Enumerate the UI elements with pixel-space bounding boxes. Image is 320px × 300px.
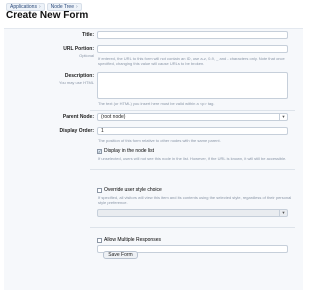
description-sublabel: You may use HTML [59, 80, 94, 85]
allow-multiple-checkbox[interactable] [97, 237, 102, 243]
allow-multiple-row: Allow Multiple Responses [97, 237, 161, 243]
parent-node-label: Parent Node: [62, 114, 94, 120]
description-label: Description: [64, 73, 94, 79]
display-in-list-checkbox[interactable]: ✓ [97, 148, 102, 154]
display-in-list-row: ✓ Display in the node list [97, 148, 154, 154]
style-select[interactable]: ▼ [97, 209, 288, 217]
create-form: Title: URL Portion: Optional If entered,… [4, 28, 303, 290]
section-divider [90, 110, 295, 111]
url-portion-hint: If entered, the URL to this form will no… [98, 56, 285, 66]
section-divider [90, 227, 295, 228]
display-order-label: Display Order: [59, 128, 94, 134]
breadcrumb-separator-icon: › [38, 3, 41, 10]
chevron-down-icon: ▼ [279, 210, 287, 216]
parent-node-value: (root node) [101, 114, 126, 120]
title-label: Title: [82, 32, 94, 38]
override-style-row: Override user style choice [97, 187, 162, 193]
display-order-input[interactable]: 1 [97, 127, 288, 135]
override-style-hint: If specified, all visitors will view thi… [98, 195, 292, 205]
title-input[interactable] [97, 31, 288, 39]
description-hint: The text (or HTML) you insert here must … [98, 101, 215, 106]
override-style-checkbox[interactable] [97, 187, 102, 193]
chevron-down-icon: ▼ [279, 114, 287, 120]
parent-node-select[interactable]: (root node) ▼ [97, 113, 288, 121]
section-divider [90, 169, 295, 170]
display-in-list-label: Display in the node list [104, 148, 155, 154]
breadcrumb-separator-icon: › [76, 3, 78, 10]
url-portion-sublabel: Optional [79, 53, 94, 58]
allow-multiple-label: Allow Multiple Responses [104, 237, 161, 243]
url-portion-label: URL Portion: [63, 46, 94, 52]
breadcrumb-node-tree-label: Node Tree [50, 3, 74, 10]
display-order-hint: The position of this form relative to ot… [98, 138, 221, 143]
description-textarea[interactable] [97, 72, 288, 99]
override-style-label: Override user style choice [104, 187, 162, 193]
save-form-button[interactable]: Save Form [103, 251, 138, 259]
breadcrumb-applications-label: Applications [10, 3, 37, 10]
display-in-list-hint: If unselected, users will not see this n… [98, 156, 287, 161]
page-title: Create New Form [6, 10, 89, 21]
url-portion-input[interactable] [97, 45, 288, 53]
